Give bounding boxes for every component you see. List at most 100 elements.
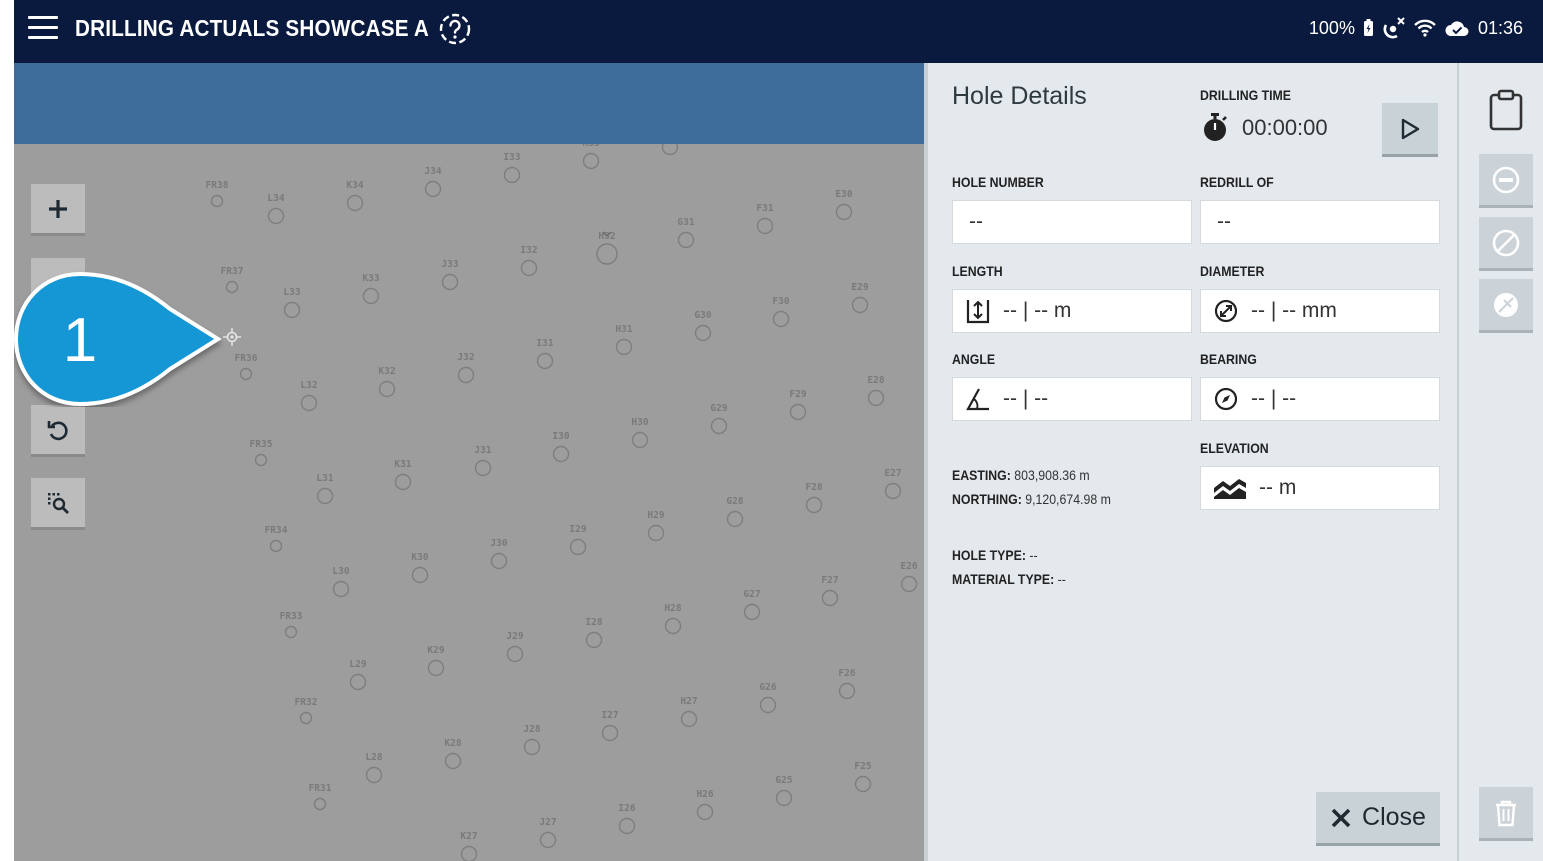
hole-marker[interactable]: [332, 580, 350, 598]
hole-marker[interactable]: [267, 207, 285, 225]
blast-hole[interactable]: G26: [759, 682, 777, 714]
hole-marker[interactable]: [362, 287, 380, 305]
diameter-field[interactable]: -- | -- mm: [1200, 289, 1440, 333]
hole-marker[interactable]: [694, 324, 712, 342]
blast-hole[interactable]: L32: [300, 380, 318, 412]
hole-marker[interactable]: [316, 487, 334, 505]
blast-hole[interactable]: F26: [838, 668, 856, 700]
blast-hole[interactable]: FR33: [280, 611, 303, 639]
hole-marker[interactable]: [582, 152, 600, 170]
blast-hole[interactable]: E27: [884, 468, 902, 500]
hole-marker[interactable]: [427, 659, 445, 677]
hole-marker[interactable]: [490, 552, 508, 570]
hole-marker[interactable]: [210, 194, 224, 208]
blast-hole[interactable]: K27: [460, 831, 478, 861]
bearing-field[interactable]: -- | --: [1200, 377, 1440, 421]
angle-field[interactable]: -- | --: [952, 377, 1192, 421]
blast-hole[interactable]: G30: [694, 310, 712, 342]
hole-marker[interactable]: [851, 296, 869, 314]
blast-hole[interactable]: L28: [365, 752, 383, 784]
blast-hole[interactable]: H29: [647, 510, 665, 542]
hole-marker[interactable]: [539, 831, 557, 849]
blast-hole[interactable]: E29: [851, 282, 869, 314]
blast-hole[interactable]: K31: [394, 459, 412, 491]
hole-marker[interactable]: [726, 510, 744, 528]
blast-hole[interactable]: K33: [362, 273, 380, 305]
hole-marker[interactable]: [313, 797, 327, 811]
blast-hole[interactable]: F29: [789, 389, 807, 421]
hole-marker[interactable]: [346, 194, 364, 212]
blast-hole[interactable]: I26: [618, 803, 636, 835]
blast-hole[interactable]: [661, 144, 679, 156]
hole-marker[interactable]: [631, 431, 649, 449]
blast-hole[interactable]: FR31: [309, 783, 332, 811]
blast-hole[interactable]: FR38: [206, 180, 229, 208]
hole-marker[interactable]: [759, 696, 777, 714]
hole-marker[interactable]: [394, 473, 412, 491]
blast-hole[interactable]: G29: [710, 403, 728, 435]
hole-marker[interactable]: [444, 752, 462, 770]
hole-marker[interactable]: [664, 617, 682, 635]
blast-hole[interactable]: E30: [835, 189, 853, 221]
hole-marker[interactable]: [805, 496, 823, 514]
blast-hole[interactable]: G27: [743, 589, 761, 621]
blast-hole[interactable]: E28: [867, 375, 885, 407]
blast-hole[interactable]: I32: [520, 245, 538, 277]
hole-marker[interactable]: [661, 144, 679, 156]
zoom-in-button[interactable]: [31, 184, 85, 236]
blast-hole[interactable]: F28: [805, 482, 823, 514]
blast-hole[interactable]: F31: [756, 203, 774, 235]
blast-hole[interactable]: H27: [680, 696, 698, 728]
hole-marker[interactable]: [835, 203, 853, 221]
blast-hole[interactable]: J31: [474, 445, 492, 477]
hole-marker[interactable]: [585, 631, 603, 649]
zoom-to-selection-button[interactable]: [31, 478, 85, 530]
hole-marker[interactable]: [569, 538, 587, 556]
blast-hole[interactable]: J34: [424, 166, 442, 198]
blast-hole[interactable]: FR35: [250, 439, 273, 467]
blast-hole[interactable]: I28: [585, 617, 603, 649]
hamburger-menu-icon[interactable]: [28, 16, 58, 42]
length-field[interactable]: -- | -- m: [952, 289, 1192, 333]
blast-hole[interactable]: L34: [267, 193, 285, 225]
blast-hole[interactable]: K28: [444, 738, 462, 770]
blast-hole[interactable]: L30: [332, 566, 350, 598]
blast-hole[interactable]: F27: [821, 575, 839, 607]
elevation-field[interactable]: -- m: [1200, 466, 1440, 510]
blast-hole[interactable]: L33: [283, 287, 301, 319]
close-button[interactable]: Close: [1316, 792, 1440, 846]
blast-hole[interactable]: FR32: [295, 697, 318, 725]
hole-marker[interactable]: [710, 417, 728, 435]
hole-marker[interactable]: [474, 459, 492, 477]
blast-hole[interactable]: J29: [506, 631, 524, 663]
blast-hole[interactable]: K30: [411, 552, 429, 584]
hole-marker[interactable]: [506, 645, 524, 663]
delete-button[interactable]: [1479, 787, 1533, 841]
blast-hole[interactable]: G25: [775, 775, 793, 807]
blast-hole[interactable]: L31: [316, 473, 334, 505]
hole-marker[interactable]: [756, 217, 774, 235]
blast-hole[interactable]: F25: [854, 761, 872, 793]
hole-marker[interactable]: [838, 682, 856, 700]
hole-marker[interactable]: [269, 539, 283, 553]
blast-hole[interactable]: I33: [503, 152, 521, 184]
blast-hole[interactable]: G28: [726, 496, 744, 528]
hole-marker[interactable]: [821, 589, 839, 607]
blast-hole[interactable]: FR36: [235, 353, 258, 381]
hole-marker[interactable]: [503, 166, 521, 184]
blast-hole[interactable]: H28: [664, 603, 682, 635]
hole-marker[interactable]: [523, 738, 541, 756]
hole-marker[interactable]: [596, 243, 618, 265]
start-timer-button[interactable]: [1382, 103, 1438, 157]
blast-hole[interactable]: J32: [457, 352, 475, 384]
blast-hole[interactable]: H26: [696, 789, 714, 821]
hole-marker[interactable]: [775, 789, 793, 807]
hole-marker[interactable]: [411, 566, 429, 584]
hole-marker[interactable]: [618, 817, 636, 835]
reset-view-button[interactable]: [31, 405, 85, 457]
hole-marker[interactable]: [520, 259, 538, 277]
blast-hole[interactable]: H31: [615, 324, 633, 356]
blast-hole[interactable]: J28: [523, 724, 541, 756]
hole-marker[interactable]: [536, 352, 554, 370]
hole-marker[interactable]: [300, 394, 318, 412]
